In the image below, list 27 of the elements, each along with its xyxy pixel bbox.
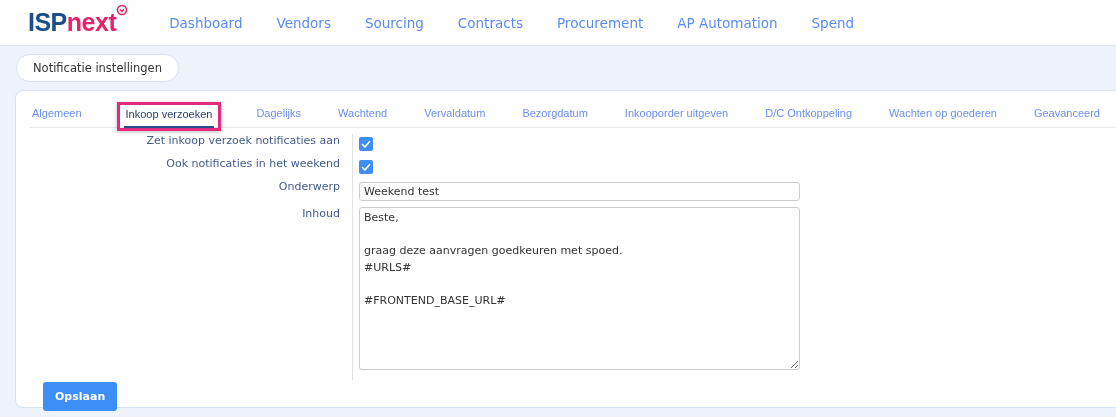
tab[interactable]: Wachten op goederen <box>887 107 999 127</box>
tab[interactable]: Inkooporder uitgeven <box>622 107 731 127</box>
nav-link[interactable]: Contracts <box>440 14 540 31</box>
field-label: Onderwerp <box>277 180 341 195</box>
save-button[interactable]: Opslaan <box>43 382 118 411</box>
settings-tab-button[interactable]: Notificatie instellingen <box>16 54 179 82</box>
tab[interactable]: Dagelijks <box>254 107 304 127</box>
field-label: Zet inkoop verzoek notificaties aan <box>145 134 341 149</box>
nav-link[interactable]: Procurement <box>539 14 661 31</box>
field-label: Inhoud <box>301 207 341 222</box>
nav-link[interactable]: Spend <box>794 14 872 31</box>
tab[interactable]: D/C Ontkoppeling <box>763 107 855 127</box>
checkbox[interactable] <box>359 160 373 174</box>
tab[interactable]: Bezorgdatum <box>520 107 590 127</box>
nav-link[interactable]: Vendors <box>259 14 348 31</box>
nav-link[interactable]: AP Automation <box>660 14 795 31</box>
tab[interactable]: Algemeen <box>30 107 84 127</box>
tab[interactable]: Wachtend <box>336 107 390 127</box>
subject-field[interactable]: Weekend test <box>359 182 800 201</box>
message-field[interactable]: Beste, graag deze aanvragen goedkeuren met spoed. #URLS# #FRONTEND_BASE_URL# <box>359 207 800 370</box>
tab[interactable]: Geavanceerd <box>1031 107 1102 127</box>
nav-link[interactable]: Dashboard <box>152 14 260 31</box>
field-label: Ook notificaties in het weekend <box>165 157 341 172</box>
tab[interactable]: Vervaldatum <box>422 107 488 127</box>
checkbox[interactable] <box>359 137 373 151</box>
tab[interactable]: Inkoop verzoeken <box>123 108 215 128</box>
nav-link[interactable]: Sourcing <box>347 14 441 31</box>
